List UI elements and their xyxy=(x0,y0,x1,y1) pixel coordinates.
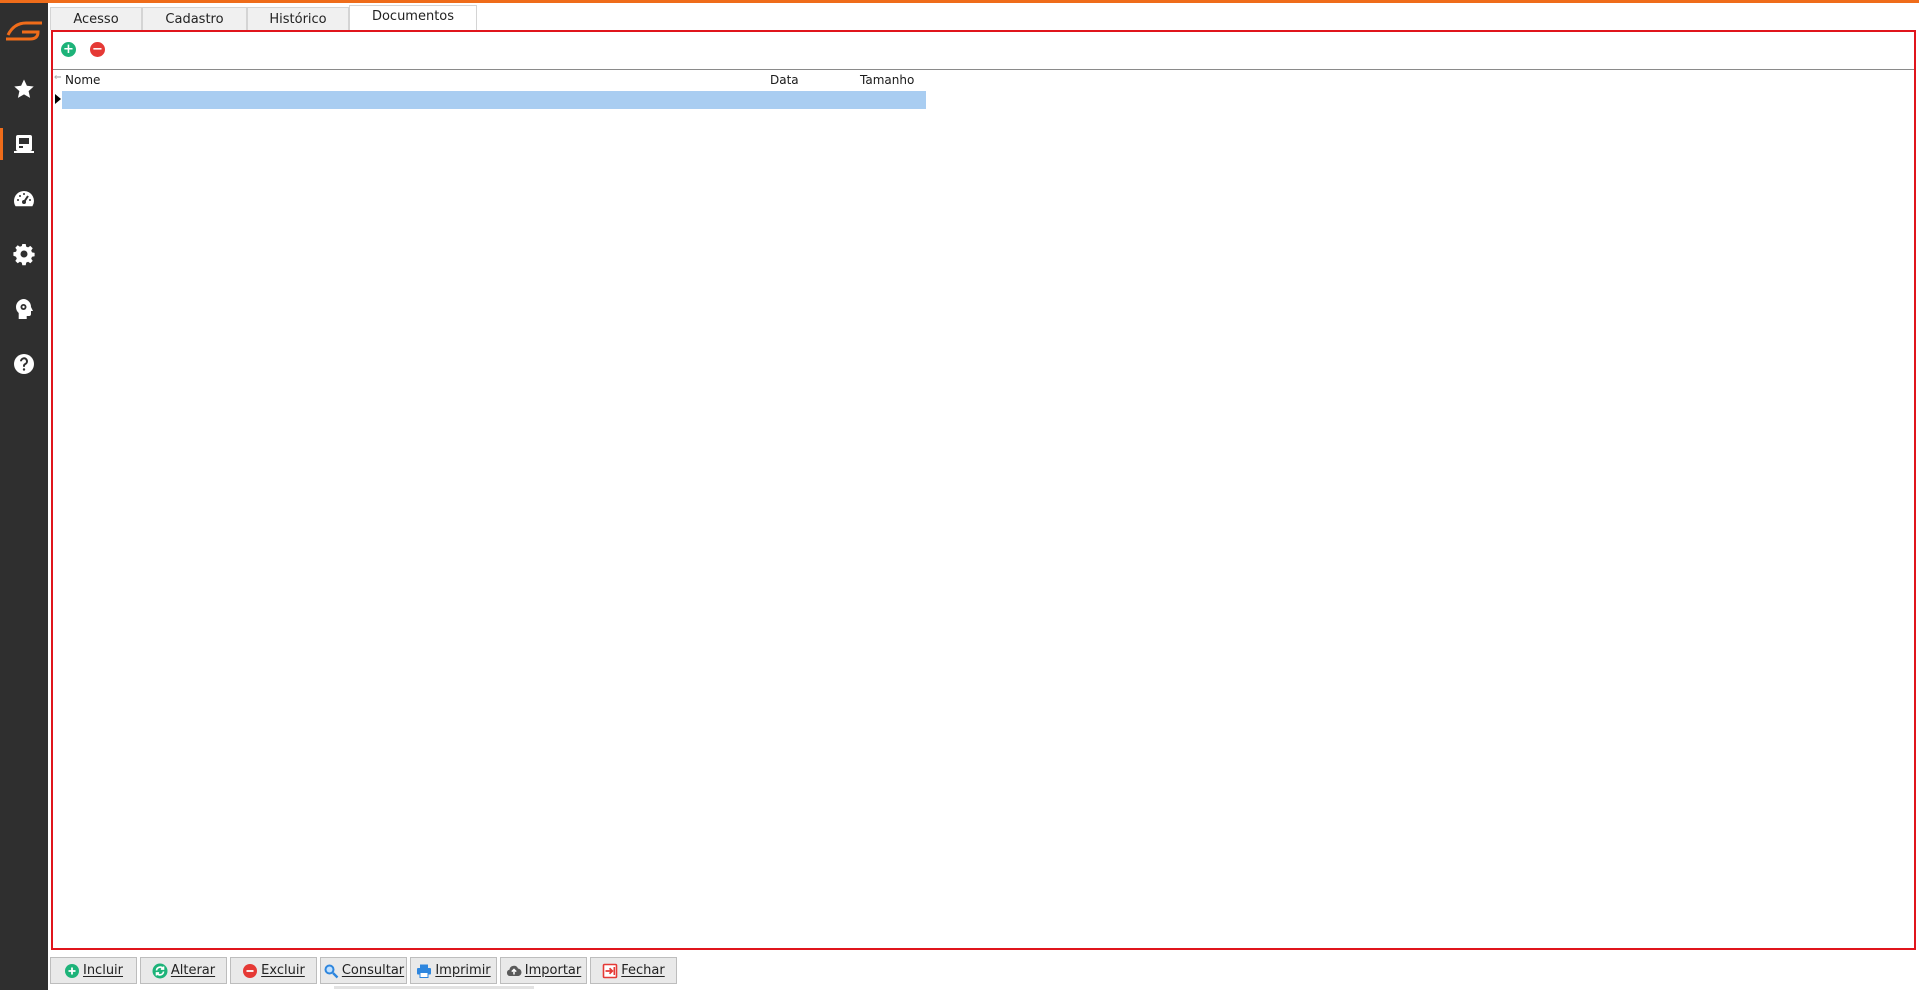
sidebar xyxy=(0,3,48,990)
dashboard-icon xyxy=(14,191,34,207)
excluir-label: Excluir xyxy=(261,963,305,978)
help-icon xyxy=(14,354,34,374)
cloud-upload-icon xyxy=(506,965,522,976)
add-document-button[interactable]: + xyxy=(61,42,76,57)
grid-corner-icon[interactable]: ⇐ xyxy=(54,73,62,87)
app-window: Acesso Cadastro Histórico Documentos + −… xyxy=(0,0,1919,990)
logo-icon xyxy=(4,15,46,43)
consultar-button[interactable]: Consultar xyxy=(320,957,407,984)
column-header-data[interactable]: Data xyxy=(770,73,799,87)
column-header-tamanho[interactable]: Tamanho xyxy=(860,73,914,87)
printer-icon xyxy=(417,964,432,978)
consultar-label: Consultar xyxy=(341,963,405,978)
search-icon xyxy=(324,964,339,978)
horizontal-scrollbar[interactable] xyxy=(334,986,534,989)
star-icon xyxy=(14,79,34,98)
gear-icon xyxy=(13,244,35,266)
column-header-nome[interactable]: Nome xyxy=(65,73,100,87)
action-bar: Incluir Alterar Excluir Consultar Imprim… xyxy=(50,957,677,984)
incluir-label: Incluir xyxy=(82,963,124,978)
alterar-button[interactable]: Alterar xyxy=(140,957,227,984)
alterar-label: Alterar xyxy=(170,963,216,978)
sidebar-item-settings[interactable] xyxy=(0,232,48,276)
importar-label: Importar xyxy=(524,963,582,978)
imprimir-button[interactable]: Imprimir xyxy=(410,957,497,984)
documents-panel: + − ⇐ Nome Data Tamanho xyxy=(51,30,1916,950)
head-gear-icon xyxy=(16,299,33,319)
sidebar-item-favorites[interactable] xyxy=(0,67,48,111)
fechar-button[interactable]: Fechar xyxy=(590,957,677,984)
exit-icon xyxy=(602,963,618,978)
panel-toolbar: + − xyxy=(61,42,105,57)
grid-header: ⇐ Nome Data Tamanho xyxy=(53,72,933,88)
minus-circle-icon xyxy=(243,963,258,978)
id-card-icon xyxy=(14,135,34,153)
refresh-icon xyxy=(152,963,168,978)
tab-historico[interactable]: Histórico xyxy=(247,7,349,30)
imprimir-label: Imprimir xyxy=(435,963,491,978)
remove-document-button[interactable]: − xyxy=(90,42,105,57)
table-row[interactable] xyxy=(62,91,926,109)
incluir-button[interactable]: Incluir xyxy=(50,957,137,984)
excluir-button[interactable]: Excluir xyxy=(230,957,317,984)
tab-cadastro[interactable]: Cadastro xyxy=(142,7,247,30)
top-accent-bar xyxy=(0,0,1919,3)
current-row-indicator-icon xyxy=(55,94,61,104)
toolbar-divider xyxy=(53,69,1914,70)
plus-circle-icon xyxy=(64,963,79,978)
sidebar-item-records[interactable] xyxy=(0,122,48,166)
tab-bar: Acesso Cadastro Histórico Documentos xyxy=(50,5,477,30)
fechar-label: Fechar xyxy=(621,963,665,978)
sidebar-item-dashboard[interactable] xyxy=(0,177,48,221)
tab-documentos[interactable]: Documentos xyxy=(349,5,477,30)
sidebar-item-admin[interactable] xyxy=(0,287,48,331)
tab-acesso[interactable]: Acesso xyxy=(50,7,142,30)
sidebar-item-help[interactable] xyxy=(0,342,48,386)
importar-button[interactable]: Importar xyxy=(500,957,587,984)
